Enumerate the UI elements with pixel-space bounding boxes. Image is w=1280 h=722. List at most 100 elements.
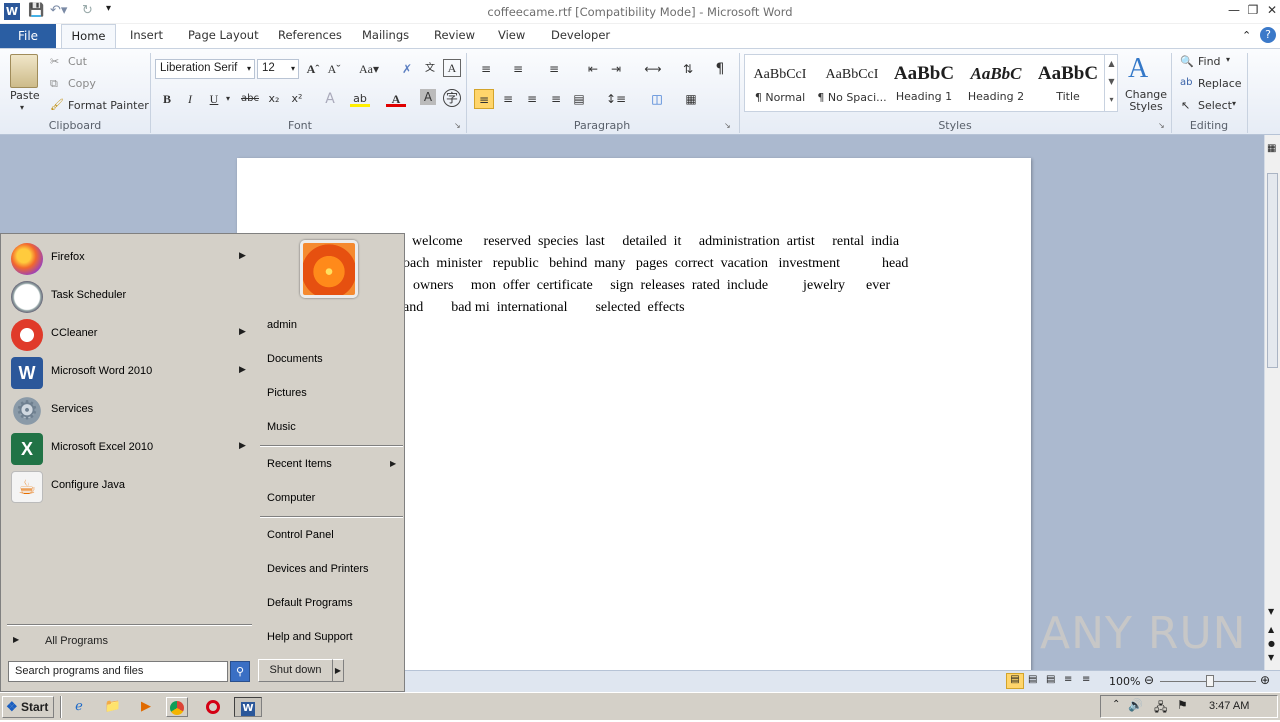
documents-link[interactable]: Documents — [267, 353, 323, 365]
restore-button[interactable]: ❐ — [1245, 3, 1261, 17]
outline-icon[interactable]: ≡ — [1064, 674, 1072, 685]
clear-formatting-icon[interactable]: ✗ — [397, 59, 417, 79]
search-icon[interactable]: ⚲ — [230, 661, 250, 682]
start-button[interactable]: ❖ Start — [2, 696, 54, 718]
asian-layout-icon[interactable]: ⟷ — [640, 59, 666, 79]
program-task-scheduler[interactable]: Task Scheduler — [11, 278, 251, 314]
distributed-icon[interactable]: ▤ — [569, 89, 589, 109]
select-button[interactable]: Select — [1198, 99, 1232, 112]
zoom-out-icon[interactable]: ⊖ — [1144, 673, 1154, 687]
highlight-icon[interactable]: ab — [350, 89, 370, 107]
minimize-button[interactable]: — — [1226, 3, 1242, 17]
explorer-icon[interactable]: 📁 — [102, 697, 124, 717]
close-button[interactable]: ✕ — [1264, 3, 1280, 17]
italic-icon[interactable]: I — [180, 89, 200, 109]
multilevel-list-icon[interactable]: ≡ — [544, 59, 564, 79]
ie-icon[interactable]: ℯ — [68, 697, 90, 717]
change-case-icon[interactable]: Aa▾ — [356, 59, 382, 79]
tab-references[interactable]: References — [278, 28, 342, 42]
media-player-icon[interactable]: ▶ — [135, 697, 157, 717]
sort-icon[interactable]: ⇅ — [678, 59, 698, 79]
show-formatting-marks-icon[interactable]: ¶ — [710, 59, 730, 79]
user-folder-link[interactable]: admin — [267, 319, 297, 331]
shutdown-button[interactable]: Shut down — [258, 659, 333, 682]
user-avatar[interactable] — [300, 240, 358, 298]
strikethrough-icon[interactable]: abc — [240, 89, 260, 109]
borders-icon[interactable]: ▦ — [678, 89, 704, 109]
paragraph-dialog-launcher-icon[interactable]: ↘ — [724, 121, 731, 130]
network-icon[interactable]: 🖧 — [1154, 698, 1167, 719]
replace-button[interactable]: Replace — [1198, 77, 1242, 90]
shading-icon[interactable]: ◫ — [644, 89, 670, 109]
align-left-icon[interactable]: ≡ — [474, 89, 494, 109]
tab-review[interactable]: Review — [434, 28, 475, 42]
vertical-scrollbar[interactable]: ▦ ▼ ▲ ● ▼ — [1264, 135, 1280, 670]
program-excel-2010[interactable]: X Microsoft Excel 2010 ▶ — [11, 430, 251, 466]
style-heading-2[interactable]: AaBbC Heading 2 — [961, 57, 1031, 107]
ruler-toggle-icon[interactable]: ▦ — [1267, 143, 1276, 154]
search-input[interactable]: Search programs and files — [8, 661, 228, 682]
opera-icon[interactable] — [202, 697, 224, 717]
volume-icon[interactable]: 🔊 — [1128, 698, 1143, 712]
underline-dropdown-icon[interactable]: ▾ — [222, 89, 234, 109]
justify-icon[interactable]: ≡ — [546, 89, 566, 109]
font-family-combo[interactable]: Liberation Serif ▾ — [155, 59, 255, 79]
increase-indent-icon[interactable]: ⇥ — [606, 59, 626, 79]
pictures-link[interactable]: Pictures — [267, 387, 307, 399]
program-services[interactable]: ⚙ Services — [11, 392, 251, 428]
style-heading-1[interactable]: AaBbC Heading 1 — [889, 57, 959, 107]
line-spacing-icon[interactable]: ↕≡ — [603, 89, 629, 109]
collapse-ribbon-icon[interactable]: ⌃ — [1242, 29, 1251, 42]
chrome-icon[interactable] — [166, 697, 188, 717]
tab-mailings[interactable]: Mailings — [362, 28, 409, 42]
decrease-indent-icon[interactable]: ⇤ — [583, 59, 603, 79]
font-color-icon[interactable]: A — [386, 89, 406, 107]
program-word-2010[interactable]: W Microsoft Word 2010 ▶ — [11, 354, 251, 390]
cut-button[interactable]: Cut — [68, 55, 87, 68]
all-programs-link[interactable]: All Programs — [45, 635, 108, 647]
default-programs-link[interactable]: Default Programs — [267, 597, 353, 609]
tab-file[interactable]: File — [0, 24, 56, 48]
help-support-link[interactable]: Help and Support — [267, 631, 353, 643]
tab-home[interactable]: Home — [61, 24, 116, 49]
music-link[interactable]: Music — [267, 421, 296, 433]
bullets-icon[interactable]: ≡ — [476, 59, 496, 79]
browse-object-icon[interactable]: ● — [1268, 639, 1275, 648]
full-screen-reading-icon[interactable]: ▤ — [1028, 674, 1037, 685]
bold-icon[interactable]: B — [157, 89, 177, 109]
character-shading-icon[interactable]: A — [420, 89, 436, 105]
style-no-spacing[interactable]: AaBbCcI ¶ No Spaci... — [817, 57, 887, 107]
subscript-icon[interactable]: x₂ — [264, 89, 284, 109]
styles-scroll[interactable]: ▲ ▼ ▾ — [1104, 55, 1118, 111]
tab-developer[interactable]: Developer — [551, 28, 610, 42]
format-painter-button[interactable]: Format Painter — [68, 99, 149, 112]
paste-icon[interactable] — [10, 54, 38, 88]
shutdown-options-icon[interactable]: ▶ — [332, 659, 344, 682]
superscript-icon[interactable]: x² — [287, 89, 307, 109]
align-right-icon[interactable]: ≡ — [522, 89, 542, 109]
show-hidden-icons-icon[interactable]: ⌃ — [1112, 699, 1120, 710]
text-effects-icon[interactable]: A — [320, 89, 340, 109]
align-center-icon[interactable]: ≡ — [498, 89, 518, 109]
devices-printers-link[interactable]: Devices and Printers — [267, 563, 369, 575]
previous-page-icon[interactable]: ▲ — [1268, 625, 1274, 634]
font-dialog-launcher-icon[interactable]: ↘ — [454, 121, 461, 130]
next-page-icon[interactable]: ▼ — [1268, 653, 1274, 662]
paste-button[interactable]: Paste — [10, 89, 40, 102]
tab-page-layout[interactable]: Page Layout — [188, 28, 259, 42]
phonetic-guide-icon[interactable]: 文 — [420, 59, 440, 79]
zoom-slider-thumb[interactable] — [1206, 675, 1214, 687]
web-layout-icon[interactable]: ▤ — [1046, 674, 1055, 685]
chevron-down-icon[interactable]: ▾ — [1226, 55, 1230, 64]
zoom-level[interactable]: 100% — [1109, 675, 1140, 688]
tab-insert[interactable]: Insert — [130, 28, 163, 42]
zoom-in-icon[interactable]: ⊕ — [1260, 673, 1270, 687]
styles-dialog-launcher-icon[interactable]: ↘ — [1158, 121, 1165, 130]
control-panel-link[interactable]: Control Panel — [267, 529, 334, 541]
action-center-flag-icon[interactable]: ⚑ — [1177, 698, 1188, 712]
shrink-font-icon[interactable]: Aˇ — [324, 59, 344, 79]
character-border-icon[interactable]: A — [443, 59, 461, 77]
underline-icon[interactable]: U — [204, 89, 224, 109]
chevron-down-icon[interactable]: ▾ — [1232, 99, 1236, 108]
program-ccleaner[interactable]: CCleaner ▶ — [11, 316, 251, 352]
